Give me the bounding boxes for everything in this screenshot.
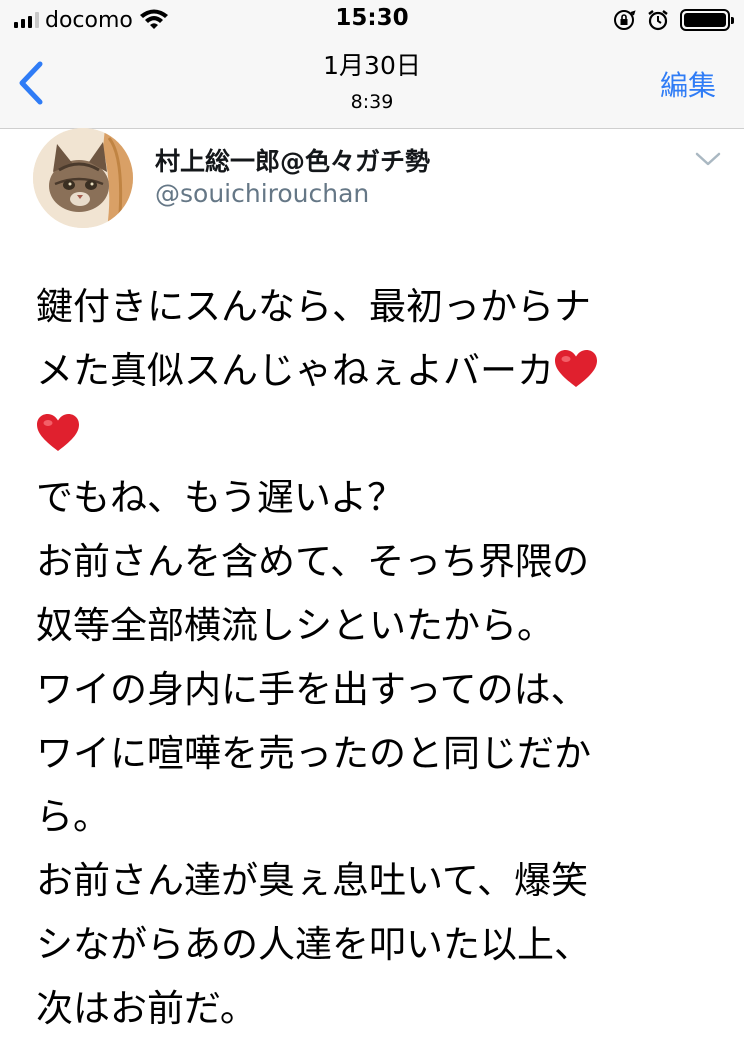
heart-emoji	[37, 413, 79, 451]
cat-avatar	[33, 128, 133, 228]
tweet-text: 鍵付きにスんなら、最初っからナ メた真似スんじゃねぇよバーカ でもね、もう遅いよ…	[36, 275, 726, 1041]
tweet-line: メた真似スんじゃねぇよバーカ	[36, 339, 726, 403]
avatar[interactable]	[33, 128, 133, 228]
tweet-line: 次はお前だ。	[36, 986, 257, 1030]
display-name[interactable]: 村上総一郎@色々ガチ勢	[155, 142, 430, 178]
tweet-line: シながらあの人達を叩いた以上、	[36, 922, 591, 966]
user-handle[interactable]: @souichirouchan	[155, 179, 369, 208]
nav-date: 1月30日	[323, 51, 421, 80]
tweet-line: ワイの身内に手を出すってのは、	[36, 667, 588, 711]
tweet-line: 奴等全部横流しシといたから。	[36, 603, 554, 647]
tweet-line: ワイに喧嘩を売ったのと同じだか	[36, 731, 591, 775]
tweet-line	[36, 403, 726, 467]
navigation-bar: 1月30日 8:39 編集	[0, 40, 744, 129]
tweet-line: お前さんを含めて、そっち界隈の	[36, 540, 590, 584]
chevron-down-icon[interactable]	[694, 150, 722, 168]
tweet-header: 村上総一郎@色々ガチ勢 @souichirouchan	[0, 128, 744, 238]
edit-button[interactable]: 編集	[660, 64, 716, 104]
status-bar: docomo 15:30	[0, 0, 744, 40]
tweet-line: でもね、もう遅いよ？	[36, 476, 405, 520]
tweet-line: 鍵付きにスんなら、最初っからナ	[36, 285, 591, 328]
heart-emoji	[555, 349, 597, 387]
alarm-icon	[648, 10, 668, 31]
nav-time: 8:39	[350, 91, 394, 113]
status-right	[612, 8, 734, 32]
tweet-line: お前さん達が臭ぇ息吐いて、爆笑	[36, 859, 589, 903]
orientation-lock-icon	[614, 10, 636, 30]
battery-icon	[680, 9, 734, 31]
tweet-line: ら。	[36, 795, 110, 839]
